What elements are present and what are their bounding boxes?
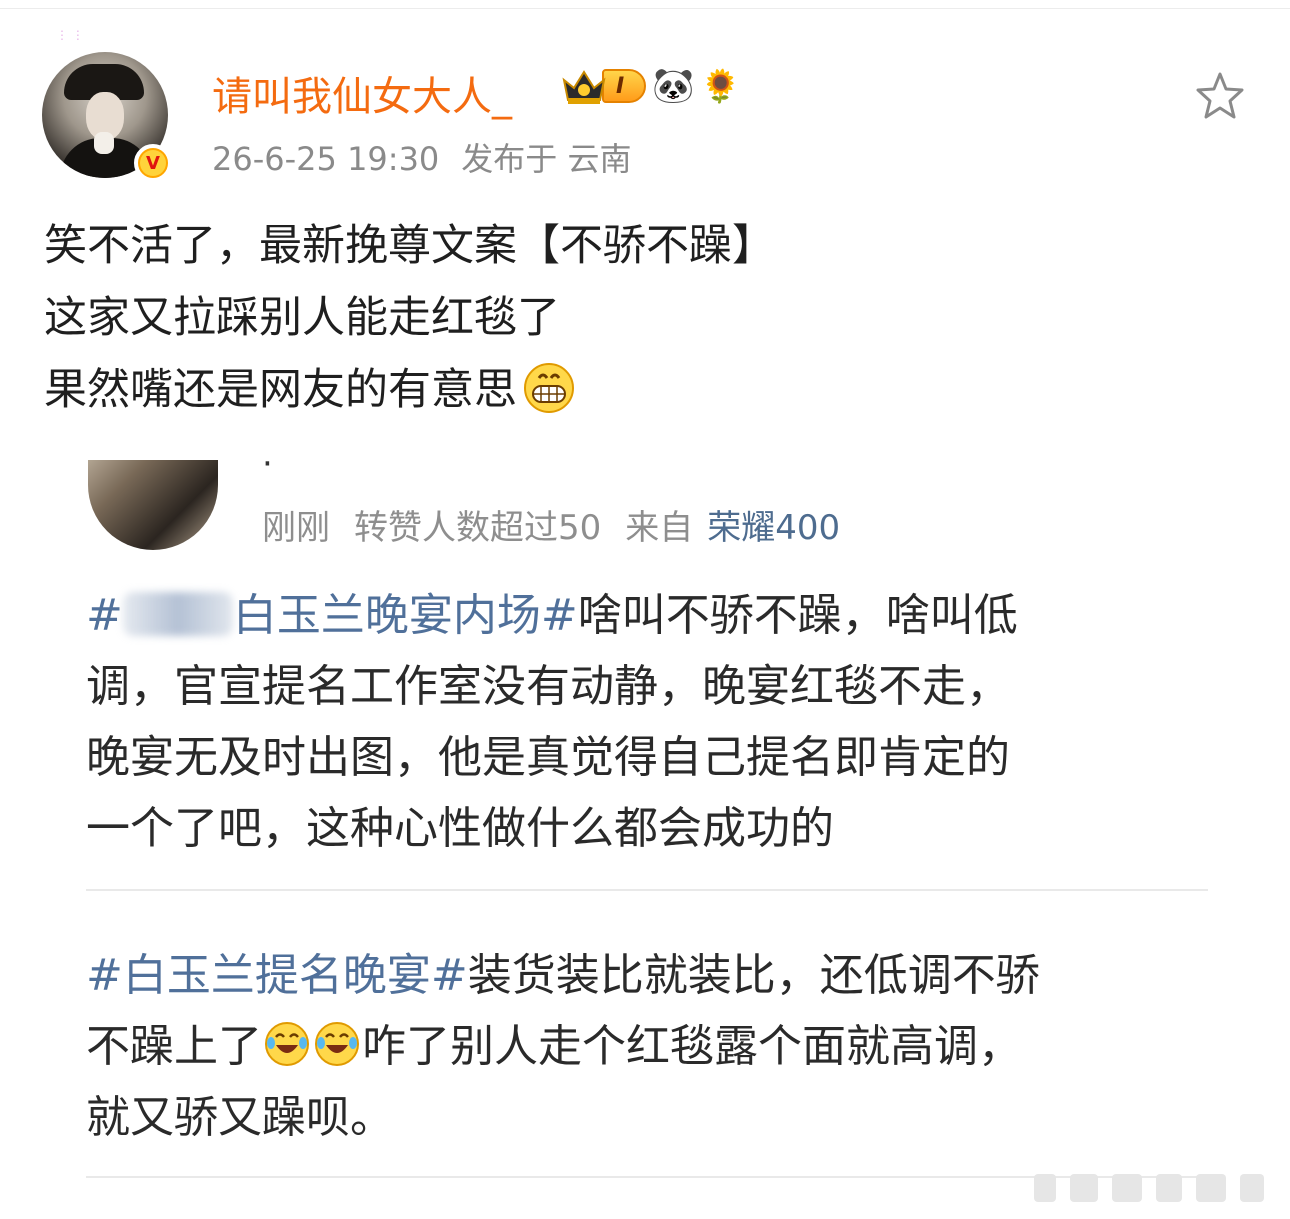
comment-2: #白玉兰提名晚宴#装货装比就装比，还低调不骄 不躁上了 咋了别人走个红毯露个面就… (86, 950, 1040, 1143)
watermark-pattern (1034, 1174, 1264, 1202)
post-location: 发布于 云南 (461, 140, 632, 178)
top-divider (0, 8, 1290, 9)
favorite-star-icon[interactable] (1194, 70, 1246, 122)
post-line: 这家又拉踩别人能走红毯了 (44, 293, 560, 343)
comment-meta: 刚刚 转赞人数超过50 来自 荣耀400 (262, 508, 841, 548)
sunflower-emoji-icon: 🌻 (700, 67, 741, 105)
post-meta: 26-6-25 19:30 发布于 云南 (212, 134, 631, 180)
commenter-avatar (88, 460, 218, 550)
author-username[interactable]: 请叫我仙女大人_ (212, 64, 512, 122)
laugh-cry-emoji-icon (264, 1017, 310, 1066)
post-timestamp: 26-6-25 19:30 (212, 140, 440, 178)
blurred-text (122, 592, 233, 636)
divider (86, 889, 1208, 891)
laugh-cry-emoji-icon (314, 1017, 360, 1066)
user-badges: I 🐼 🌻 (560, 66, 740, 106)
level-badge[interactable]: I (560, 66, 647, 106)
grin-emoji-icon (523, 362, 575, 414)
comment-1: # 白玉兰晚宴内场#啥叫不骄不躁，啥叫低 调，官宣提名工作室没有动静，晚宴红毯不走… (86, 590, 1018, 854)
sparkle-icon: ⋮ ⋮ (56, 28, 84, 42)
post-line-with-emoji: 果然嘴还是网友的有意思 (44, 354, 775, 426)
post-body: 笑不活了，最新挽尊文案【不骄不躁】 这家又拉踩别人能走红毯了 果然嘴还是网友的有… (44, 210, 775, 426)
topic-link[interactable]: #白玉兰提名晚宴# (86, 950, 468, 1001)
embedded-screenshot[interactable]: · ˙ ˙ ˙ 刚刚转赞人数超过50来自荣耀400 #白玉兰晚宴内场#啥叫不骄不… (0, 460, 1290, 1219)
author-avatar[interactable]: ⋮ ⋮ V (42, 28, 172, 182)
panda-emoji-icon: 🐼 (652, 66, 695, 106)
level-badge-label: I (602, 69, 647, 103)
device-name: 荣耀400 (707, 508, 841, 548)
commenter-name-cropped: · ˙ ˙ ˙ (262, 460, 432, 472)
verified-badge-icon: V (134, 144, 172, 182)
crown-icon (560, 66, 608, 106)
topic-link[interactable]: # 白玉兰晚宴内场# (86, 590, 578, 641)
post-line: 笑不活了，最新挽尊文案【不骄不躁】 (44, 221, 775, 271)
